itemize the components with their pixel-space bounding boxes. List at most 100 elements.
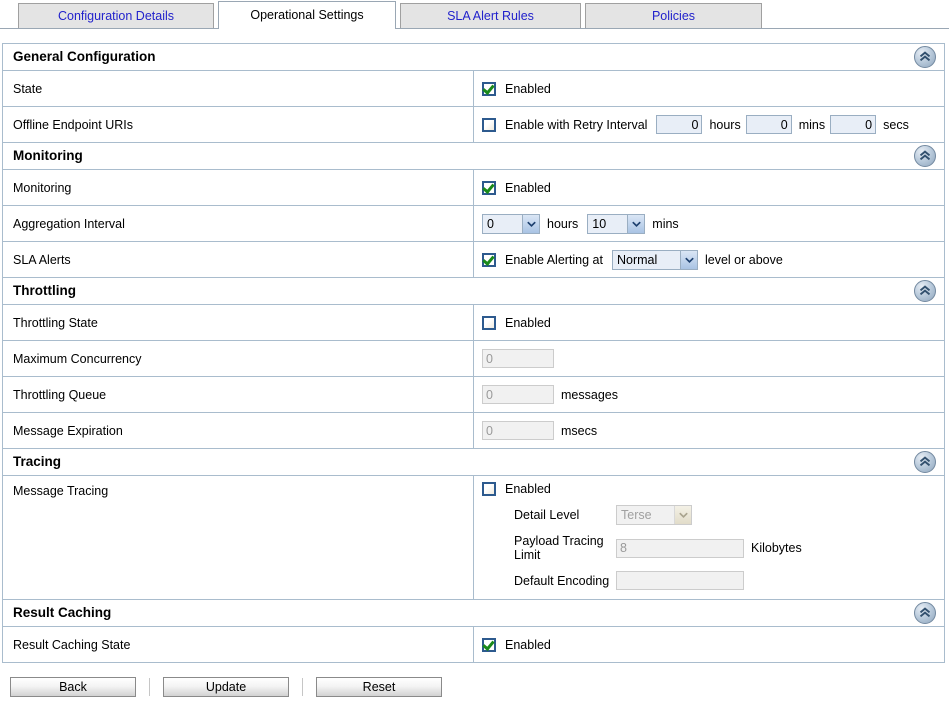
button-separator <box>149 678 150 696</box>
aggregation-mins-select[interactable]: 10 <box>587 213 646 234</box>
field-label-message-expiration: Message Expiration <box>2 412 474 449</box>
select-value: Terse <box>621 508 652 522</box>
default-encoding-input[interactable] <box>616 571 744 590</box>
message-expiration-input[interactable] <box>482 421 554 440</box>
aggregation-hours-select[interactable]: 0 <box>482 213 540 234</box>
checkbox-sla-alerts[interactable] <box>482 252 496 267</box>
update-button[interactable]: Update <box>163 677 289 697</box>
field-value-sla-alerts: Enable Alerting at Normal level or above <box>473 241 945 278</box>
chevron-down-icon <box>674 506 691 524</box>
tab-label: SLA Alert Rules <box>447 9 534 23</box>
detail-level-select[interactable]: Terse <box>616 505 692 525</box>
field-value-message-expiration: msecs <box>473 412 945 449</box>
checkbox-label-throttling-state: Enabled <box>505 315 551 330</box>
table-row: Throttling Queue messages <box>2 376 945 413</box>
tab-policies[interactable]: Policies <box>585 3 762 28</box>
checkbox-offline-retry[interactable] <box>482 117 496 132</box>
field-label-throttling-state: Throttling State <box>2 304 474 341</box>
section-header-row-monitoring: Monitoring <box>2 142 945 170</box>
unit-secs: secs <box>883 117 909 132</box>
reset-button[interactable]: Reset <box>316 677 442 697</box>
section-header-row-tracing: Tracing <box>2 448 945 476</box>
field-value-aggregation-interval: 0 hours 10 mins <box>473 205 945 242</box>
section-title: Result Caching <box>13 605 112 620</box>
select-value: Normal <box>617 252 658 267</box>
field-value-maximum-concurrency <box>473 340 945 377</box>
section-title: General Configuration <box>13 49 156 64</box>
checkbox-state[interactable] <box>482 81 496 96</box>
tab-configuration-details[interactable]: Configuration Details <box>18 3 214 28</box>
field-value-state: Enabled <box>473 70 945 107</box>
tab-sla-alert-rules[interactable]: SLA Alert Rules <box>400 3 581 28</box>
field-value-throttling-queue: messages <box>473 376 945 413</box>
field-label-message-tracing: Message Tracing <box>2 475 474 600</box>
chevron-double-up-icon[interactable] <box>914 46 936 68</box>
table-row: SLA Alerts Enable Alerting at Normal lev… <box>2 241 945 278</box>
field-value-throttling-state: Enabled <box>473 304 945 341</box>
table-row: Message Expiration msecs <box>2 412 945 449</box>
tab-operational-settings[interactable]: Operational Settings <box>218 1 396 29</box>
table-row: State Enabled <box>2 70 945 107</box>
unit-hours: hours <box>547 216 579 231</box>
unit-hours: hours <box>709 117 741 132</box>
checkbox-label-result-caching-state: Enabled <box>505 637 551 652</box>
checkbox-result-caching-state[interactable] <box>482 637 496 652</box>
throttling-queue-input[interactable] <box>482 385 554 404</box>
sla-alerts-suffix: level or above <box>705 252 783 267</box>
unit-kilobytes: Kilobytes <box>751 541 802 555</box>
field-label-result-caching-state: Result Caching State <box>2 626 474 663</box>
retry-secs-input[interactable] <box>830 115 877 134</box>
chevron-double-up-icon[interactable] <box>914 145 936 167</box>
payload-tracing-limit-input[interactable] <box>616 538 744 558</box>
tab-label: Policies <box>651 9 696 23</box>
chevron-double-up-icon[interactable] <box>914 602 936 624</box>
settings-grid: General Configuration State Enabled Offl… <box>2 43 945 663</box>
field-label-offline-endpoint-uris: Offline Endpoint URIs <box>2 106 474 143</box>
section-header-row-throttling: Throttling <box>2 277 945 305</box>
section-header-tracing: Tracing <box>2 448 945 476</box>
section-header-general: General Configuration <box>2 43 945 71</box>
tab-label: Configuration Details <box>57 9 175 23</box>
field-label-throttling-queue: Throttling Queue <box>2 376 474 413</box>
checkbox-message-tracing[interactable] <box>482 482 496 496</box>
checkbox-monitoring[interactable] <box>482 180 496 195</box>
field-label-maximum-concurrency: Maximum Concurrency <box>2 340 474 377</box>
chevron-down-icon <box>522 214 539 233</box>
chevron-down-icon <box>680 250 697 269</box>
field-label-payload-tracing-limit: Payload Tracing Limit <box>514 534 604 562</box>
section-header-result-caching: Result Caching <box>2 599 945 627</box>
retry-mins-input[interactable] <box>745 115 792 134</box>
checkbox-label-offline-retry: Enable with Retry Interval <box>505 117 648 132</box>
action-button-bar: Back Update Reset <box>10 677 945 697</box>
checkbox-label-message-tracing: Enabled <box>505 482 551 496</box>
unit-msecs: msecs <box>561 423 598 438</box>
table-row: Result Caching State Enabled <box>2 626 945 663</box>
checkbox-label-monitoring: Enabled <box>505 180 551 195</box>
section-header-throttling: Throttling <box>2 277 945 305</box>
select-value: 10 <box>592 216 607 231</box>
maximum-concurrency-input[interactable] <box>482 349 554 368</box>
back-button[interactable]: Back <box>10 677 136 697</box>
sla-alert-level-select[interactable]: Normal <box>612 249 698 270</box>
section-header-row-result-caching: Result Caching <box>2 599 945 627</box>
field-value-offline-endpoint-uris: Enable with Retry Interval hours mins se… <box>473 106 945 143</box>
unit-mins: mins <box>652 216 679 231</box>
section-header-row-general: General Configuration <box>2 43 945 71</box>
unit-messages: messages <box>561 387 618 402</box>
tab-label: Operational Settings <box>250 8 364 22</box>
field-label-sla-alerts: SLA Alerts <box>2 241 474 278</box>
table-row: Offline Endpoint URIs Enable with Retry … <box>2 106 945 143</box>
section-title: Tracing <box>13 454 62 469</box>
section-title: Monitoring <box>13 148 83 163</box>
unit-mins: mins <box>798 117 826 132</box>
table-row: Aggregation Interval 0 hours 10 mins <box>2 205 945 242</box>
section-header-monitoring: Monitoring <box>2 142 945 170</box>
chevron-double-up-icon[interactable] <box>914 280 936 302</box>
table-row: Message Tracing Enabled Detail Level Ter… <box>2 475 945 600</box>
chevron-double-up-icon[interactable] <box>914 451 936 473</box>
tab-bar: Configuration Details Operational Settin… <box>0 0 949 29</box>
table-row: Monitoring Enabled <box>2 169 945 206</box>
checkbox-throttling-state[interactable] <box>482 315 496 330</box>
chevron-down-icon <box>627 214 645 233</box>
retry-hours-input[interactable] <box>656 115 703 134</box>
